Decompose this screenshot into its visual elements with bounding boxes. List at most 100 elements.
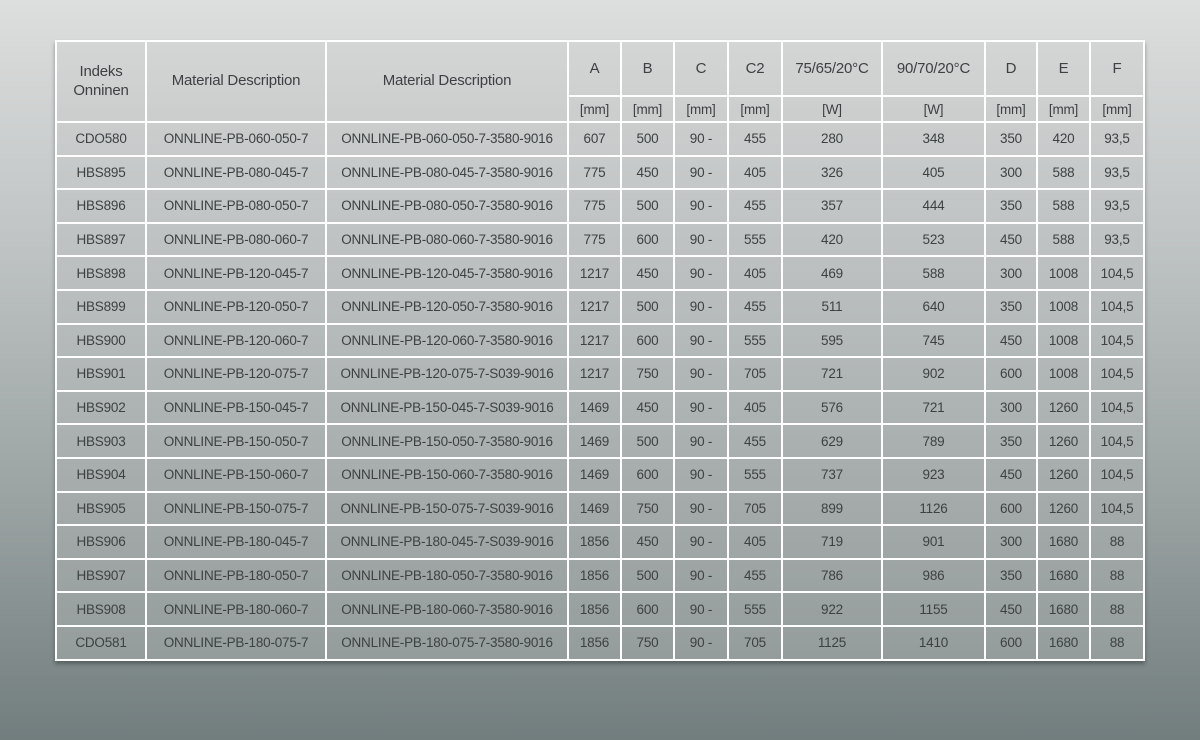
cell-material-short: ONNLINE-PB-120-045-7 [146,256,326,290]
cell-power-90-70-20: 901 [882,525,985,559]
cell-dim-c: 90 - [674,290,728,324]
cell-dim-a: 775 [568,223,621,257]
cell-material-short: ONNLINE-PB-080-045-7 [146,156,326,190]
cell-dim-c2: 555 [728,592,782,626]
cell-dim-c2: 455 [728,559,782,593]
cell-dim-c2: 555 [728,324,782,358]
cell-dim-f: 104,5 [1090,424,1144,458]
cell-dim-d: 600 [985,357,1037,391]
cell-dim-f: 88 [1090,559,1144,593]
col-header-power-75-65-20: 75/65/20°C [782,41,882,96]
table-row: CDO580ONNLINE-PB-060-050-7ONNLINE-PB-060… [56,122,1144,156]
cell-power-90-70-20: 923 [882,458,985,492]
cell-material-full: ONNLINE-PB-150-050-7-3580-9016 [326,424,568,458]
cell-dim-c: 90 - [674,424,728,458]
cell-dim-e: 1008 [1037,324,1090,358]
cell-dim-d: 600 [985,492,1037,526]
cell-dim-c: 90 - [674,559,728,593]
col-header-e: E [1037,41,1090,96]
table-row: HBS907ONNLINE-PB-180-050-7ONNLINE-PB-180… [56,559,1144,593]
cell-dim-d: 450 [985,223,1037,257]
cell-indeks: HBS901 [56,357,146,391]
cell-dim-e: 1680 [1037,592,1090,626]
page-background: Indeks Onninen Material Description Mate… [0,0,1200,740]
unit-power-90-70-20: [W] [882,96,985,122]
table-row: HBS908ONNLINE-PB-180-060-7ONNLINE-PB-180… [56,592,1144,626]
cell-dim-b: 500 [621,122,674,156]
unit-d: [mm] [985,96,1037,122]
cell-indeks: HBS895 [56,156,146,190]
cell-material-short: ONNLINE-PB-150-060-7 [146,458,326,492]
cell-dim-a: 1217 [568,256,621,290]
cell-dim-e: 1680 [1037,559,1090,593]
cell-dim-c2: 405 [728,525,782,559]
cell-dim-b: 750 [621,357,674,391]
cell-power-75-65-20: 719 [782,525,882,559]
cell-power-90-70-20: 1155 [882,592,985,626]
cell-dim-e: 1260 [1037,458,1090,492]
cell-dim-e: 420 [1037,122,1090,156]
cell-dim-f: 93,5 [1090,122,1144,156]
cell-dim-a: 1217 [568,324,621,358]
cell-dim-f: 88 [1090,626,1144,660]
cell-dim-d: 450 [985,458,1037,492]
cell-dim-b: 500 [621,290,674,324]
table-row: HBS902ONNLINE-PB-150-045-7ONNLINE-PB-150… [56,391,1144,425]
cell-dim-d: 450 [985,592,1037,626]
cell-power-75-65-20: 420 [782,223,882,257]
cell-dim-f: 104,5 [1090,290,1144,324]
cell-dim-a: 775 [568,189,621,223]
cell-dim-a: 1856 [568,525,621,559]
unit-f: [mm] [1090,96,1144,122]
unit-b: [mm] [621,96,674,122]
unit-a: [mm] [568,96,621,122]
radiator-spec-table: Indeks Onninen Material Description Mate… [55,40,1145,661]
cell-dim-c: 90 - [674,156,728,190]
col-header-indeks-onninen: Indeks Onninen [56,41,146,122]
cell-dim-b: 450 [621,391,674,425]
cell-dim-a: 1469 [568,492,621,526]
cell-dim-b: 750 [621,626,674,660]
cell-dim-e: 1008 [1037,256,1090,290]
cell-material-full: ONNLINE-PB-150-045-7-S039-9016 [326,391,568,425]
cell-indeks: HBS903 [56,424,146,458]
cell-material-full: ONNLINE-PB-120-060-7-3580-9016 [326,324,568,358]
cell-material-full: ONNLINE-PB-080-050-7-3580-9016 [326,189,568,223]
cell-indeks: HBS902 [56,391,146,425]
cell-dim-d: 300 [985,256,1037,290]
col-header-c: C [674,41,728,96]
cell-dim-c2: 555 [728,223,782,257]
cell-dim-f: 88 [1090,592,1144,626]
table-row: HBS899ONNLINE-PB-120-050-7ONNLINE-PB-120… [56,290,1144,324]
cell-dim-d: 350 [985,189,1037,223]
cell-dim-d: 600 [985,626,1037,660]
cell-power-75-65-20: 280 [782,122,882,156]
col-header-material-description-full: Material Description [326,41,568,122]
cell-dim-b: 450 [621,156,674,190]
cell-dim-e: 588 [1037,189,1090,223]
cell-dim-c2: 405 [728,256,782,290]
cell-dim-c: 90 - [674,592,728,626]
cell-material-short: ONNLINE-PB-120-075-7 [146,357,326,391]
cell-dim-b: 750 [621,492,674,526]
cell-power-75-65-20: 629 [782,424,882,458]
cell-dim-a: 1856 [568,592,621,626]
col-header-a: A [568,41,621,96]
cell-indeks: HBS908 [56,592,146,626]
unit-c2: [mm] [728,96,782,122]
cell-indeks: HBS898 [56,256,146,290]
cell-power-90-70-20: 640 [882,290,985,324]
cell-material-full: ONNLINE-PB-120-075-7-S039-9016 [326,357,568,391]
cell-dim-e: 1680 [1037,626,1090,660]
cell-dim-d: 350 [985,122,1037,156]
cell-material-full: ONNLINE-PB-180-060-7-3580-9016 [326,592,568,626]
cell-dim-c: 90 - [674,391,728,425]
cell-dim-f: 104,5 [1090,256,1144,290]
table-body: CDO580ONNLINE-PB-060-050-7ONNLINE-PB-060… [56,122,1144,660]
cell-dim-c2: 555 [728,458,782,492]
cell-power-75-65-20: 511 [782,290,882,324]
cell-dim-c: 90 - [674,525,728,559]
cell-power-90-70-20: 444 [882,189,985,223]
cell-indeks: HBS896 [56,189,146,223]
cell-dim-f: 104,5 [1090,357,1144,391]
